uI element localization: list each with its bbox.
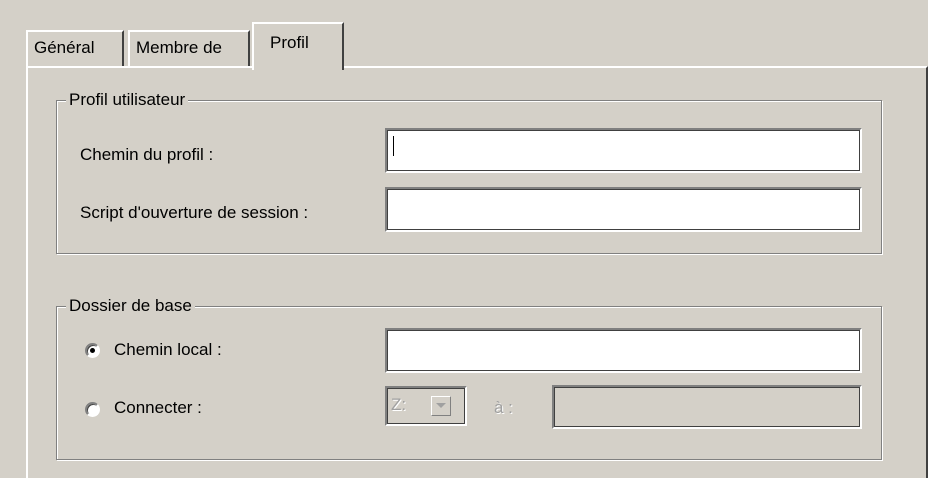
profile-path-label: Chemin du profil : (80, 145, 214, 164)
local-path-input[interactable] (385, 328, 862, 373)
connect-label[interactable]: Connecter : (114, 398, 202, 418)
text-caret (393, 136, 394, 156)
drive-value: Z: (391, 395, 407, 414)
tab-profile-label: Profil (270, 33, 309, 52)
chevron-down-icon (436, 403, 446, 408)
radio-dot-icon (90, 348, 95, 353)
tab-general[interactable]: Général (26, 30, 124, 68)
tab-profile[interactable]: Profil (252, 22, 344, 70)
local-path-radio[interactable] (85, 343, 100, 358)
logon-script-input[interactable] (385, 187, 862, 232)
profile-path-input[interactable] (385, 128, 862, 173)
logon-script-label: Script d'ouverture de session : (80, 203, 309, 222)
local-path-label[interactable]: Chemin local : (114, 340, 222, 360)
tab-general-label: Général (34, 38, 95, 57)
drive-dropdown-button[interactable] (431, 396, 451, 416)
connect-radio[interactable] (85, 402, 100, 417)
drive-select[interactable]: Z: (385, 386, 467, 426)
tab-member-of[interactable]: Membre de (128, 30, 250, 68)
to-label: à : (494, 398, 513, 417)
to-path-input[interactable] (552, 385, 862, 429)
profile-group-title: Profil utilisateur (66, 90, 189, 110)
home-folder-group-title: Dossier de base (66, 296, 195, 316)
tab-member-of-label: Membre de (136, 38, 222, 57)
